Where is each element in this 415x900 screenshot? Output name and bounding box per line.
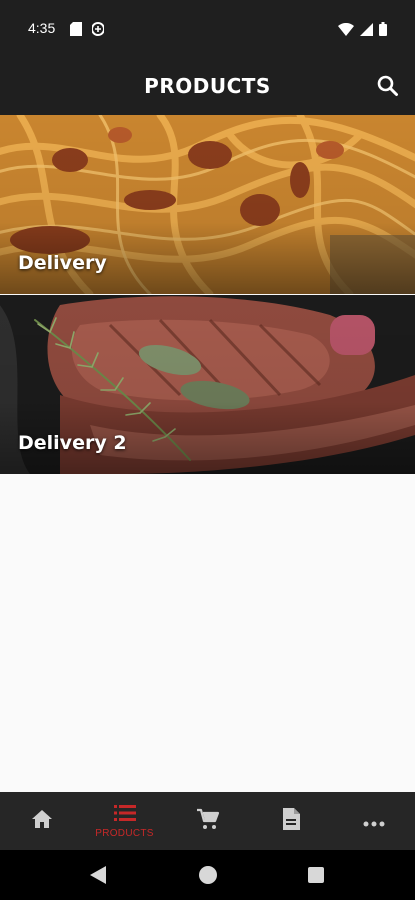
status-right-icons bbox=[338, 21, 387, 40]
cart-icon bbox=[196, 807, 220, 835]
app-bar: PRODUCTS bbox=[0, 58, 415, 115]
search-button[interactable] bbox=[375, 73, 401, 99]
home-circle-icon[interactable] bbox=[199, 866, 217, 884]
nav-products-label: PRODUCTS bbox=[95, 827, 154, 839]
nav-more[interactable] bbox=[332, 792, 415, 850]
product-list: Delivery Delivery 2 bbox=[0, 115, 415, 474]
product-label: Delivery bbox=[18, 252, 107, 274]
status-bar: 4:35 bbox=[0, 0, 415, 58]
home-icon bbox=[30, 808, 54, 834]
page-title: PRODUCTS bbox=[144, 74, 271, 98]
system-navigation-bar bbox=[0, 850, 415, 900]
nav-products[interactable]: PRODUCTS bbox=[83, 792, 166, 850]
back-icon[interactable] bbox=[90, 866, 106, 888]
nav-cart[interactable] bbox=[166, 792, 249, 850]
search-icon bbox=[375, 75, 401, 103]
nav-documents[interactable] bbox=[249, 792, 332, 850]
sim-card-icon bbox=[70, 21, 82, 40]
data-saver-icon bbox=[91, 21, 105, 40]
more-icon bbox=[363, 812, 385, 831]
bottom-navigation: PRODUCTS bbox=[0, 792, 415, 850]
recent-apps-icon[interactable] bbox=[308, 867, 324, 883]
battery-icon bbox=[379, 21, 387, 40]
signal-icon bbox=[360, 21, 373, 40]
wifi-icon bbox=[338, 21, 354, 40]
document-icon bbox=[281, 807, 301, 835]
product-label: Delivery 2 bbox=[18, 432, 127, 454]
product-card-delivery-2[interactable]: Delivery 2 bbox=[0, 295, 415, 474]
status-time: 4:35 bbox=[28, 20, 56, 36]
status-left-icons bbox=[70, 21, 105, 40]
nav-home[interactable] bbox=[0, 792, 83, 850]
product-card-delivery[interactable]: Delivery bbox=[0, 115, 415, 294]
list-icon bbox=[113, 804, 137, 826]
